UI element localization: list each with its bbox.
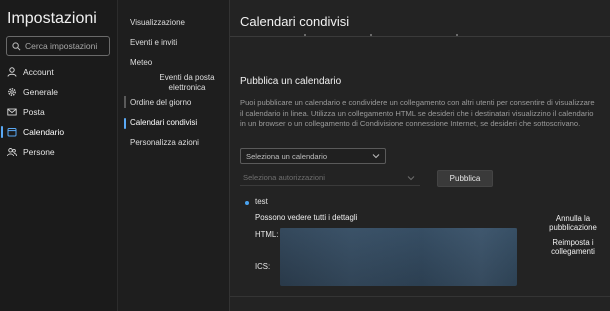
scroll-mark [456, 34, 458, 36]
calendar-select[interactable]: Seleziona un calendario [240, 148, 386, 164]
calendar-icon [7, 128, 17, 137]
title-divider [230, 36, 610, 37]
subnav-item-eventi-posta[interactable]: Eventi da posta elettronica [147, 73, 227, 93]
subnav-item-ordine-giorno[interactable]: Ordine del giorno [130, 98, 191, 108]
sidebar-item-generale[interactable]: Generale [0, 82, 117, 102]
subnav-item-meteo[interactable]: Meteo [130, 58, 152, 68]
subnav-active-indicator [124, 118, 126, 129]
chevron-down-icon [407, 175, 415, 180]
search-box[interactable] [6, 36, 110, 56]
section-description: Puoi pubblicare un calendario e condivid… [240, 98, 595, 128]
mail-icon [7, 108, 17, 116]
sidebar-item-account[interactable]: Account [0, 62, 117, 82]
sidebar-item-posta[interactable]: Posta [0, 102, 117, 122]
settings-nav: Account Generale Posta Calendario Person… [0, 62, 117, 162]
chevron-down-icon [372, 154, 380, 159]
publish-button[interactable]: Pubblica [437, 170, 493, 187]
settings-sidebar: Impostazioni Account Generale Posta Cale… [0, 0, 118, 311]
sidebar-item-label: Persone [23, 147, 55, 157]
sidebar-item-calendario[interactable]: Calendario [0, 122, 117, 142]
subnav-divider [124, 96, 126, 108]
sidebar-item-label: Calendario [23, 127, 65, 137]
subnav-item-visualizzazione[interactable]: Visualizzazione [130, 18, 185, 28]
permissions-select-value: Seleziona autorizzazioni [243, 173, 325, 182]
sidebar-item-label: Generale [23, 87, 58, 97]
person-icon [7, 67, 17, 77]
permission-level: Possono vedere tutti i dettagli [255, 213, 358, 222]
subnav-item-eventi-inviti[interactable]: Eventi e inviti [130, 38, 177, 48]
ics-link-label: ICS: [255, 262, 271, 271]
calendar-select-value: Seleziona un calendario [246, 151, 328, 161]
gear-icon [8, 88, 16, 96]
subnav-item-calendari-condivisi[interactable]: Calendari condivisi [130, 118, 197, 128]
scroll-mark [370, 34, 372, 36]
html-link-label: HTML: [255, 230, 279, 239]
people-icon [7, 148, 17, 157]
bottom-divider [230, 296, 610, 297]
app-title: Impostazioni [7, 10, 97, 27]
published-calendar-name: test [255, 197, 268, 206]
scroll-mark [304, 34, 306, 36]
sidebar-item-persone[interactable]: Persone [0, 142, 117, 162]
calendar-bullet-icon [245, 201, 249, 205]
unpublish-link[interactable]: Annulla la pubblicazione [540, 214, 606, 232]
sidebar-item-label: Account [23, 67, 54, 77]
search-icon [12, 41, 21, 50]
search-input[interactable] [25, 41, 107, 51]
reset-links-link[interactable]: Reimposta i collegamenti [540, 238, 606, 256]
redacted-links[interactable] [280, 228, 517, 286]
calendar-subnav: Visualizzazione Eventi e inviti Meteo Ev… [118, 0, 230, 311]
sidebar-item-label: Posta [23, 107, 45, 117]
section-title: Pubblica un calendario [240, 76, 342, 87]
permissions-select[interactable]: Seleziona autorizzazioni [240, 170, 420, 186]
subnav-item-personalizza-azioni[interactable]: Personalizza azioni [130, 138, 199, 148]
content-pane: Calendari condivisi Pubblica un calendar… [230, 0, 610, 311]
page-title: Calendari condivisi [240, 14, 350, 29]
